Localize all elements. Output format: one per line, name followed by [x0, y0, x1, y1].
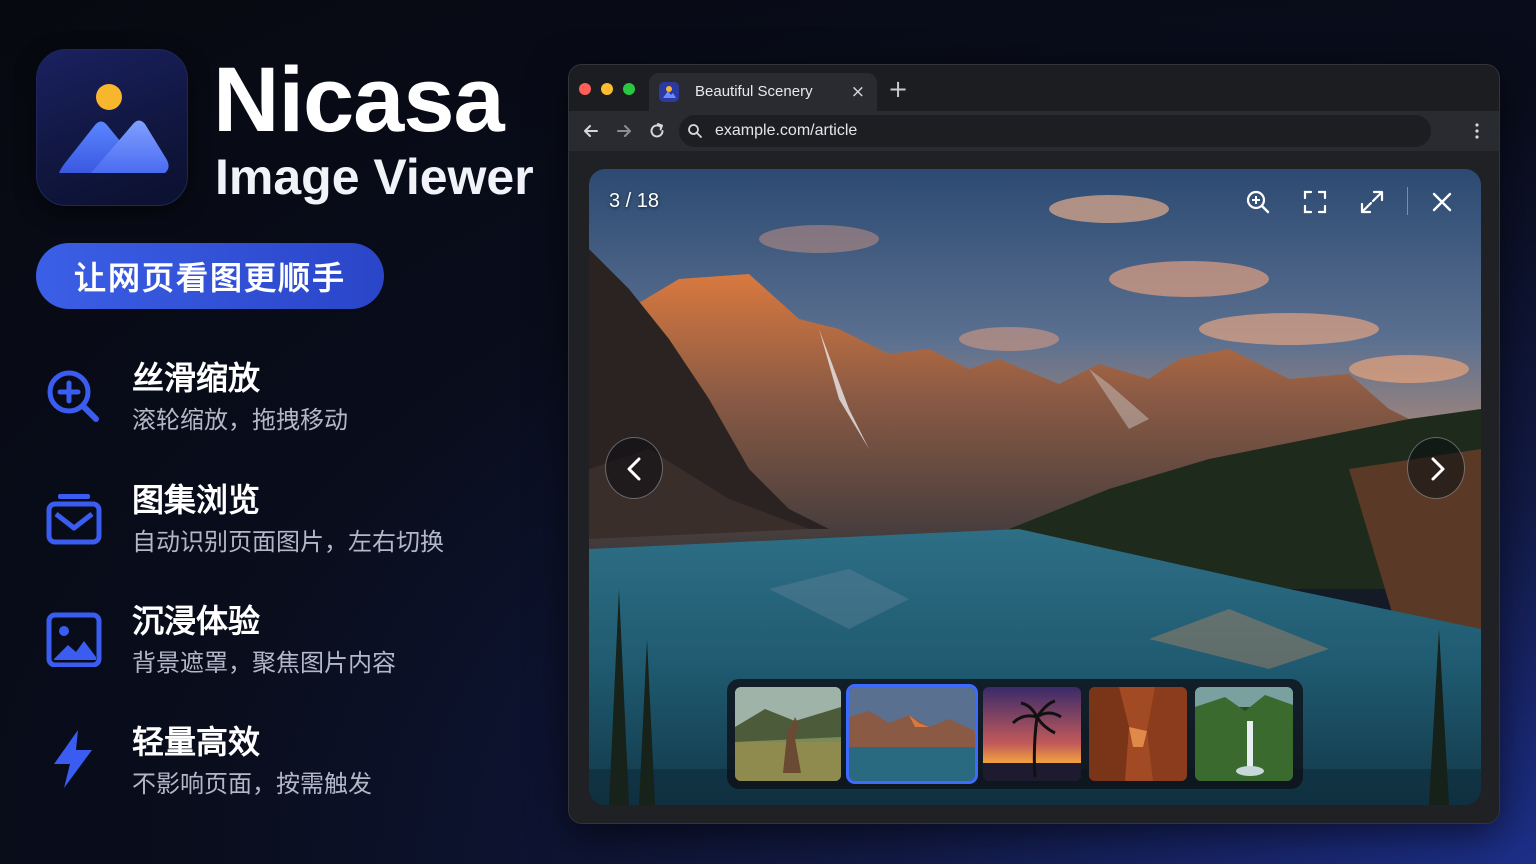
search-icon: [688, 124, 702, 138]
thumbnail-palm-sunset[interactable]: [983, 687, 1081, 781]
new-tab-button[interactable]: +: [887, 77, 909, 101]
page-content: 3 / 18: [569, 151, 1499, 823]
image-counter: 3 / 18: [609, 190, 660, 212]
address-bar[interactable]: example.com/article: [679, 115, 1431, 147]
feature-immersive: 沉浸体验 背景遮罩，聚焦图片内容: [44, 601, 504, 691]
chevron-right-icon: [1431, 457, 1445, 481]
image-viewer: 3 / 18: [589, 169, 1481, 805]
maximize-window-button[interactable]: [623, 83, 635, 95]
thumbnail-mountain-lake[interactable]: [846, 684, 978, 784]
feature-smooth-zoom: 丝滑缩放 滚轮缩放，拖拽移动: [44, 358, 504, 448]
brand-name: Nicasa: [213, 49, 505, 151]
thumbnail-kangaroo[interactable]: [735, 687, 841, 781]
zoom-in-icon: [47, 370, 99, 422]
mountain-sun-icon: [59, 84, 169, 173]
feature-lightweight: 轻量高效 不影响页面，按需触发: [44, 722, 504, 812]
expand-icon[interactable]: [1359, 189, 1385, 215]
brand-subtitle: Image Viewer: [215, 149, 534, 205]
thumbnail-jungle-waterfall[interactable]: [1195, 687, 1293, 781]
tagline-badge: 让网页看图更顺手: [36, 243, 384, 309]
more-menu-icon[interactable]: [1469, 122, 1485, 140]
feature-gallery: 图集浏览 自动识别页面图片，左右切换: [44, 480, 504, 570]
favicon-icon: [659, 82, 679, 102]
fullscreen-icon[interactable]: [1302, 189, 1328, 215]
minimize-window-button[interactable]: [601, 83, 613, 95]
feature-title: 图集浏览: [132, 481, 261, 519]
feature-desc: 背景遮罩，聚焦图片内容: [132, 649, 396, 677]
toolbar-divider: [1407, 187, 1408, 215]
close-icon[interactable]: [1429, 189, 1455, 215]
url-text: example.com/article: [715, 122, 858, 139]
feature-title: 沉浸体验: [132, 602, 261, 640]
next-image-button[interactable]: [1407, 437, 1465, 499]
forward-arrow-icon[interactable]: [614, 121, 634, 141]
app-logo: [36, 49, 188, 206]
thumbnail-strip: [727, 679, 1303, 789]
browser-toolbar: example.com/article: [569, 111, 1499, 151]
feature-desc: 不影响页面，按需触发: [132, 770, 372, 798]
feature-title: 轻量高效: [132, 723, 261, 761]
image-icon: [46, 612, 102, 667]
feature-title: 丝滑缩放: [132, 359, 261, 397]
tab-close-icon[interactable]: ×: [851, 82, 865, 102]
prev-image-button[interactable]: [605, 437, 663, 499]
reload-icon[interactable]: [647, 121, 667, 141]
feature-desc: 滚轮缩放，拖拽移动: [132, 406, 348, 434]
browser-tab[interactable]: Beautiful Scenery ×: [649, 73, 877, 111]
back-arrow-icon[interactable]: [581, 121, 601, 141]
zoom-in-icon[interactable]: [1245, 189, 1271, 215]
feature-desc: 自动识别页面图片，左右切换: [132, 528, 444, 556]
chevron-left-icon: [627, 457, 641, 481]
thumbnail-red-canyon[interactable]: [1089, 687, 1187, 781]
tab-title: Beautiful Scenery: [695, 83, 813, 100]
close-window-button[interactable]: [579, 83, 591, 95]
title-bar: Beautiful Scenery × +: [569, 65, 1499, 111]
gallery-icon: [46, 494, 102, 545]
lightning-icon: [54, 730, 92, 788]
browser-window: Beautiful Scenery × + example.com/articl…: [568, 64, 1500, 824]
